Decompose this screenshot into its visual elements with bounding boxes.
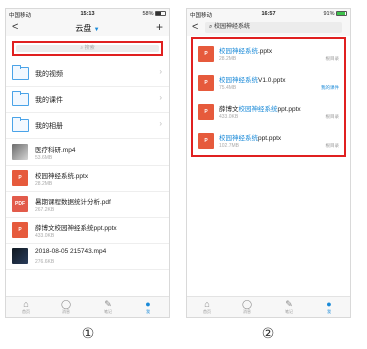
nav-bar: < 云盘 ▼ + bbox=[6, 20, 169, 36]
folder-row[interactable]: 我的课件 › bbox=[6, 86, 169, 113]
folder-row[interactable]: 我的相册 › bbox=[6, 112, 169, 139]
battery-indicator: 91% bbox=[323, 11, 347, 17]
folder-icon bbox=[12, 91, 29, 106]
ppt-file-icon: P bbox=[12, 170, 28, 186]
caption-1: ① bbox=[81, 325, 95, 341]
tab-home[interactable]: ⌂ 首页 bbox=[193, 299, 221, 315]
file-row[interactable]: 2018-08-05 215743.mp4 276.6KB bbox=[6, 243, 169, 270]
file-name: 暑期课程数据统计分析.pdf bbox=[35, 199, 111, 206]
chevron-right-icon: › bbox=[159, 67, 162, 76]
search-input[interactable]: ⌕ 搜索 bbox=[16, 45, 159, 52]
tab-home[interactable]: ⌂ 首页 bbox=[12, 299, 40, 315]
search-icon: ⌕ bbox=[209, 24, 213, 30]
ppt-file-icon: P bbox=[198, 46, 214, 62]
folder-label: 我的课件 bbox=[35, 97, 63, 104]
phone-screen-1: 中国移动 15:13 58% < 云盘 ▼ + ⌕ 搜索 我的视频 › 我的课件… bbox=[5, 8, 170, 318]
status-bar: 中国移动 16:57 91% bbox=[187, 9, 350, 20]
home-icon: ⌂ bbox=[23, 299, 29, 309]
tab-bar: ⌂ 首页 ◯ 消息 ✎ 笔记 ● 我 bbox=[187, 296, 350, 317]
tab-notes[interactable]: ✎ 笔记 bbox=[94, 299, 122, 315]
file-name: 2018-08-05 215743.mp4 bbox=[35, 248, 107, 255]
file-size: 53.6MB bbox=[35, 155, 53, 161]
file-name: 薛博文校园神经系统ppt.pptx bbox=[35, 225, 117, 232]
tab-me[interactable]: ● 我 bbox=[315, 299, 343, 315]
folder-row[interactable]: 我的视频 › bbox=[6, 60, 169, 87]
file-name: 校园神经系统V1.0.pptx bbox=[219, 77, 286, 84]
file-row[interactable]: P 薛博文校园神经系统ppt.pptx 433.0KB bbox=[6, 217, 169, 244]
file-row[interactable]: 医疗科研.mp4 53.6MB bbox=[6, 139, 169, 166]
tab-bar: ⌂ 首页 ◯ 消息 ✎ 笔记 ● 我 bbox=[6, 296, 169, 317]
search-results-highlight: P 校园神经系统.pptx 28.2MB 根目录 P 校园神经系统V1.0.pp… bbox=[191, 37, 346, 157]
video-thumb-icon bbox=[12, 248, 28, 264]
battery-icon bbox=[155, 11, 166, 16]
phone-screen-2: 中国移动 16:57 91% < ⌕ 校园神经系统 P 校园神经系统.pptx … bbox=[186, 8, 351, 318]
tab-messages[interactable]: ◯ 消息 bbox=[52, 299, 80, 315]
file-size: 102.7MB bbox=[219, 143, 240, 149]
search-box-highlight: ⌕ 搜索 bbox=[12, 41, 163, 56]
file-row[interactable]: P 校园神经系统.pptx 28.2MB bbox=[6, 165, 169, 192]
file-name: 医疗科研.mp4 bbox=[35, 147, 76, 154]
result-row[interactable]: P 薛博文校园神经系统ppt.pptx 433.0KB 根目录 bbox=[193, 98, 344, 126]
result-row[interactable]: P 校园神经系统.pptx 28.2MB 根目录 bbox=[193, 40, 344, 68]
folder-icon bbox=[12, 65, 29, 80]
image-thumb-icon bbox=[12, 144, 28, 160]
chat-bubble-icon: ◯ bbox=[60, 299, 72, 309]
location-tag: 我的课件 bbox=[321, 85, 339, 90]
status-bar: 中国移动 15:13 58% bbox=[6, 9, 169, 20]
location-tag: 根目录 bbox=[325, 143, 340, 148]
page-title[interactable]: 云盘 ▼ bbox=[6, 23, 169, 34]
chevron-down-icon: ▼ bbox=[93, 27, 100, 33]
back-button[interactable]: < bbox=[192, 21, 198, 33]
file-size: 75.4MB bbox=[219, 85, 237, 91]
search-input[interactable]: ⌕ 校园神经系统 bbox=[205, 22, 342, 33]
location-tag: 根目录 bbox=[325, 114, 340, 119]
note-edit-icon: ✎ bbox=[104, 299, 112, 309]
ppt-file-icon: P bbox=[198, 75, 214, 91]
file-size: 433.0KB bbox=[35, 233, 55, 239]
caption-2: ② bbox=[261, 325, 275, 341]
chevron-right-icon: › bbox=[159, 93, 162, 102]
file-name: 校园神经系统.pptx bbox=[219, 48, 273, 55]
search-nav-bar: < ⌕ 校园神经系统 bbox=[187, 20, 350, 36]
note-edit-icon: ✎ bbox=[285, 299, 293, 309]
location-tag: 根目录 bbox=[325, 56, 340, 61]
tab-messages[interactable]: ◯ 消息 bbox=[233, 299, 261, 315]
chevron-right-icon: › bbox=[159, 119, 162, 128]
battery-indicator: 58% bbox=[142, 11, 166, 17]
file-name: 校园神经系统.pptx bbox=[35, 173, 89, 180]
person-icon: ● bbox=[326, 299, 332, 309]
file-size: 276.6KB bbox=[35, 259, 55, 265]
ppt-file-icon: P bbox=[198, 133, 214, 149]
file-row[interactable]: PDF 暑期课程数据统计分析.pdf 267.2KB bbox=[6, 191, 169, 218]
ppt-file-icon: P bbox=[198, 104, 214, 120]
file-size: 267.2KB bbox=[35, 207, 55, 213]
pdf-file-icon: PDF bbox=[12, 196, 28, 212]
file-name: 校园神经系统ppt.pptx bbox=[219, 135, 282, 142]
folder-label: 我的视频 bbox=[35, 71, 63, 78]
folder-icon bbox=[12, 117, 29, 132]
home-icon: ⌂ bbox=[204, 299, 210, 309]
battery-icon bbox=[336, 11, 347, 16]
result-row[interactable]: P 校园神经系统ppt.pptx 102.7MB 根目录 bbox=[193, 127, 344, 155]
result-row[interactable]: P 校园神经系统V1.0.pptx 75.4MB 我的课件 bbox=[193, 69, 344, 97]
person-icon: ● bbox=[145, 299, 151, 309]
file-size: 433.0KB bbox=[219, 114, 239, 120]
add-button[interactable]: + bbox=[156, 20, 163, 34]
file-name: 薛博文校园神经系统ppt.pptx bbox=[219, 106, 301, 113]
tab-me[interactable]: ● 我 bbox=[134, 299, 162, 315]
ppt-file-icon: P bbox=[12, 222, 28, 238]
file-size: 28.2MB bbox=[35, 181, 53, 187]
file-size: 28.2MB bbox=[219, 56, 237, 62]
tab-notes[interactable]: ✎ 笔记 bbox=[275, 299, 303, 315]
chat-bubble-icon: ◯ bbox=[241, 299, 253, 309]
folder-label: 我的相册 bbox=[35, 123, 63, 130]
